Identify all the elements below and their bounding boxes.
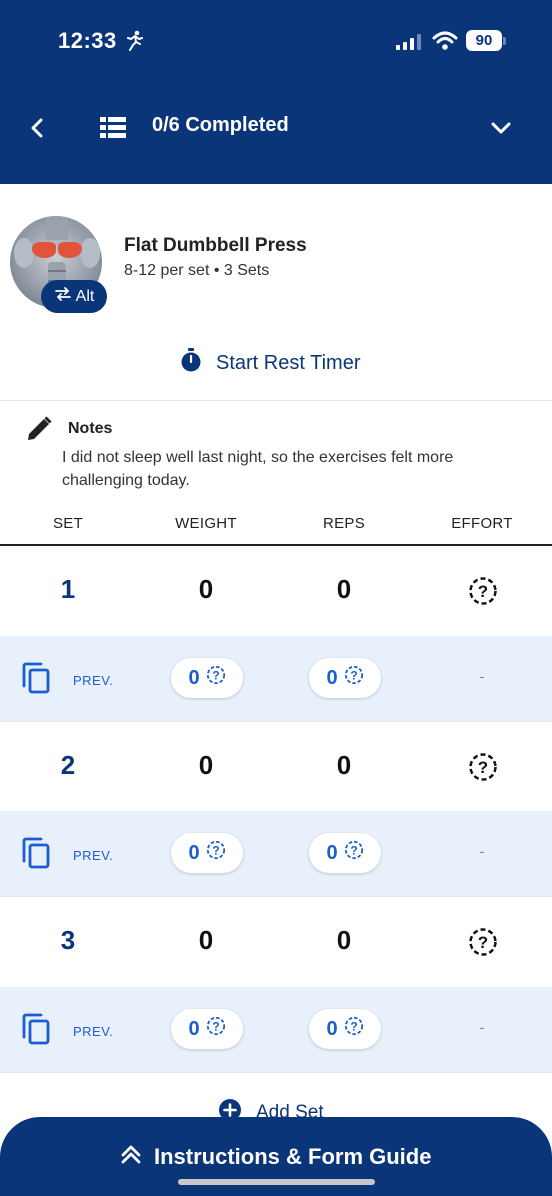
svg-text:?: ? [212,844,219,858]
prev-reps-value: 0 [326,841,338,864]
prev-effort: - [479,843,485,859]
running-icon [124,30,144,57]
effort-question-icon[interactable]: ? [468,752,498,787]
prev-weight-pill[interactable]: 0 ? [171,833,243,873]
prev-reps-value: 0 [326,1017,338,1040]
thumbnail-shoulder-left [14,238,34,268]
question-icon: ? [344,1016,364,1042]
question-icon: ? [206,840,226,866]
set-row: 2 0 0 ? [0,722,552,812]
prev-weight-value: 0 [188,666,200,689]
pencil-icon[interactable] [25,415,53,448]
thumbnail-chest-right [58,242,82,258]
svg-text:?: ? [478,933,488,952]
weight-input[interactable]: 0 [199,574,213,605]
set-number: 3 [60,925,76,955]
guide-button[interactable]: Instructions & Form Guide [120,1143,431,1171]
svg-text:?: ? [212,1020,219,1034]
prev-effort: - [479,1019,485,1035]
prev-weight-pill[interactable]: 0 ? [171,658,243,698]
svg-text:?: ? [478,582,488,601]
guide-label: Instructions & Form Guide [154,1144,432,1169]
set-number: 2 [60,750,76,780]
prev-label: PREV. [73,848,114,863]
previous-row: PREV. 0 ? 0 ? - [0,811,552,896]
back-chevron-icon[interactable] [26,116,50,140]
svg-text:?: ? [350,1020,357,1034]
weight-input[interactable]: 0 [199,750,213,781]
notes-title: Notes [68,420,113,437]
col-header-set: SET [52,515,84,532]
home-indicator [178,1179,375,1185]
col-header-reps: REPS [322,515,366,532]
prev-weight-value: 0 [188,841,200,864]
double-chevron-up-icon [120,1143,142,1171]
effort-question-icon[interactable]: ? [468,927,498,962]
wifi-icon [432,31,458,56]
rest-timer-label: Start Rest Timer [216,351,361,374]
set-number: 1 [60,574,76,604]
svg-text:?: ? [212,669,219,683]
prev-weight-pill[interactable]: 0 ? [171,1009,243,1049]
svg-text:?: ? [350,669,357,683]
prev-reps-value: 0 [326,666,338,689]
svg-text:?: ? [350,844,357,858]
reps-input[interactable]: 0 [337,750,351,781]
question-icon: ? [344,665,364,691]
set-row: 3 0 0 ? [0,897,552,987]
signal-icon [396,34,424,55]
effort-question-icon[interactable]: ? [468,576,498,611]
prev-weight-value: 0 [188,1017,200,1040]
alt-label: Alt [75,287,95,305]
svg-text:?: ? [478,758,488,777]
prev-reps-pill[interactable]: 0 ? [309,1009,381,1049]
copy-icon[interactable] [21,1013,51,1050]
notes-text[interactable]: I did not sleep well last night, so the … [62,446,532,492]
reps-input[interactable]: 0 [337,925,351,956]
weight-input[interactable]: 0 [199,925,213,956]
col-header-effort: EFFORT [451,515,513,532]
previous-row: PREV. 0 ? 0 ? - [0,636,552,721]
prev-effort: - [479,668,485,684]
thumbnail-chest-left [32,242,56,258]
header-bar: 12:33 90 0/6 Completed [0,0,552,184]
status-time: 12:33 [58,28,117,53]
prev-label: PREV. [73,1024,114,1039]
alt-button[interactable]: Alt [41,280,107,313]
exercise-name: Flat Dumbbell Press [124,235,307,256]
set-row: 1 0 0 ? [0,546,552,636]
instructions-guide-bar[interactable]: Instructions & Form Guide [0,1117,552,1196]
thumbnail-neck [46,216,68,240]
progress-title[interactable]: 0/6 Completed [152,114,289,137]
question-icon: ? [344,840,364,866]
prev-reps-pill[interactable]: 0 ? [309,658,381,698]
table-header: SET WEIGHT REPS EFFORT [0,512,552,544]
prev-label: PREV. [73,673,114,688]
stopwatch-icon [180,348,202,378]
prev-reps-pill[interactable]: 0 ? [309,833,381,873]
chevron-down-icon[interactable] [490,117,512,144]
thumbnail-shoulder-right [80,238,100,268]
col-header-weight: WEIGHT [175,515,237,532]
question-icon: ? [206,665,226,691]
battery-indicator: 90 [466,30,502,51]
start-rest-timer-button[interactable]: Start Rest Timer [180,348,360,378]
row-separator [0,1072,552,1073]
exercise-subtitle: 8-12 per set • 3 Sets [124,262,270,279]
reps-input[interactable]: 0 [337,574,351,605]
previous-row: PREV. 0 ? 0 ? - [0,987,552,1072]
swap-icon [54,287,72,306]
copy-icon[interactable] [21,837,51,874]
list-icon[interactable] [100,117,126,144]
section-divider [0,400,552,401]
battery-tip [503,37,506,45]
copy-icon[interactable] [21,662,51,699]
question-icon: ? [206,1016,226,1042]
